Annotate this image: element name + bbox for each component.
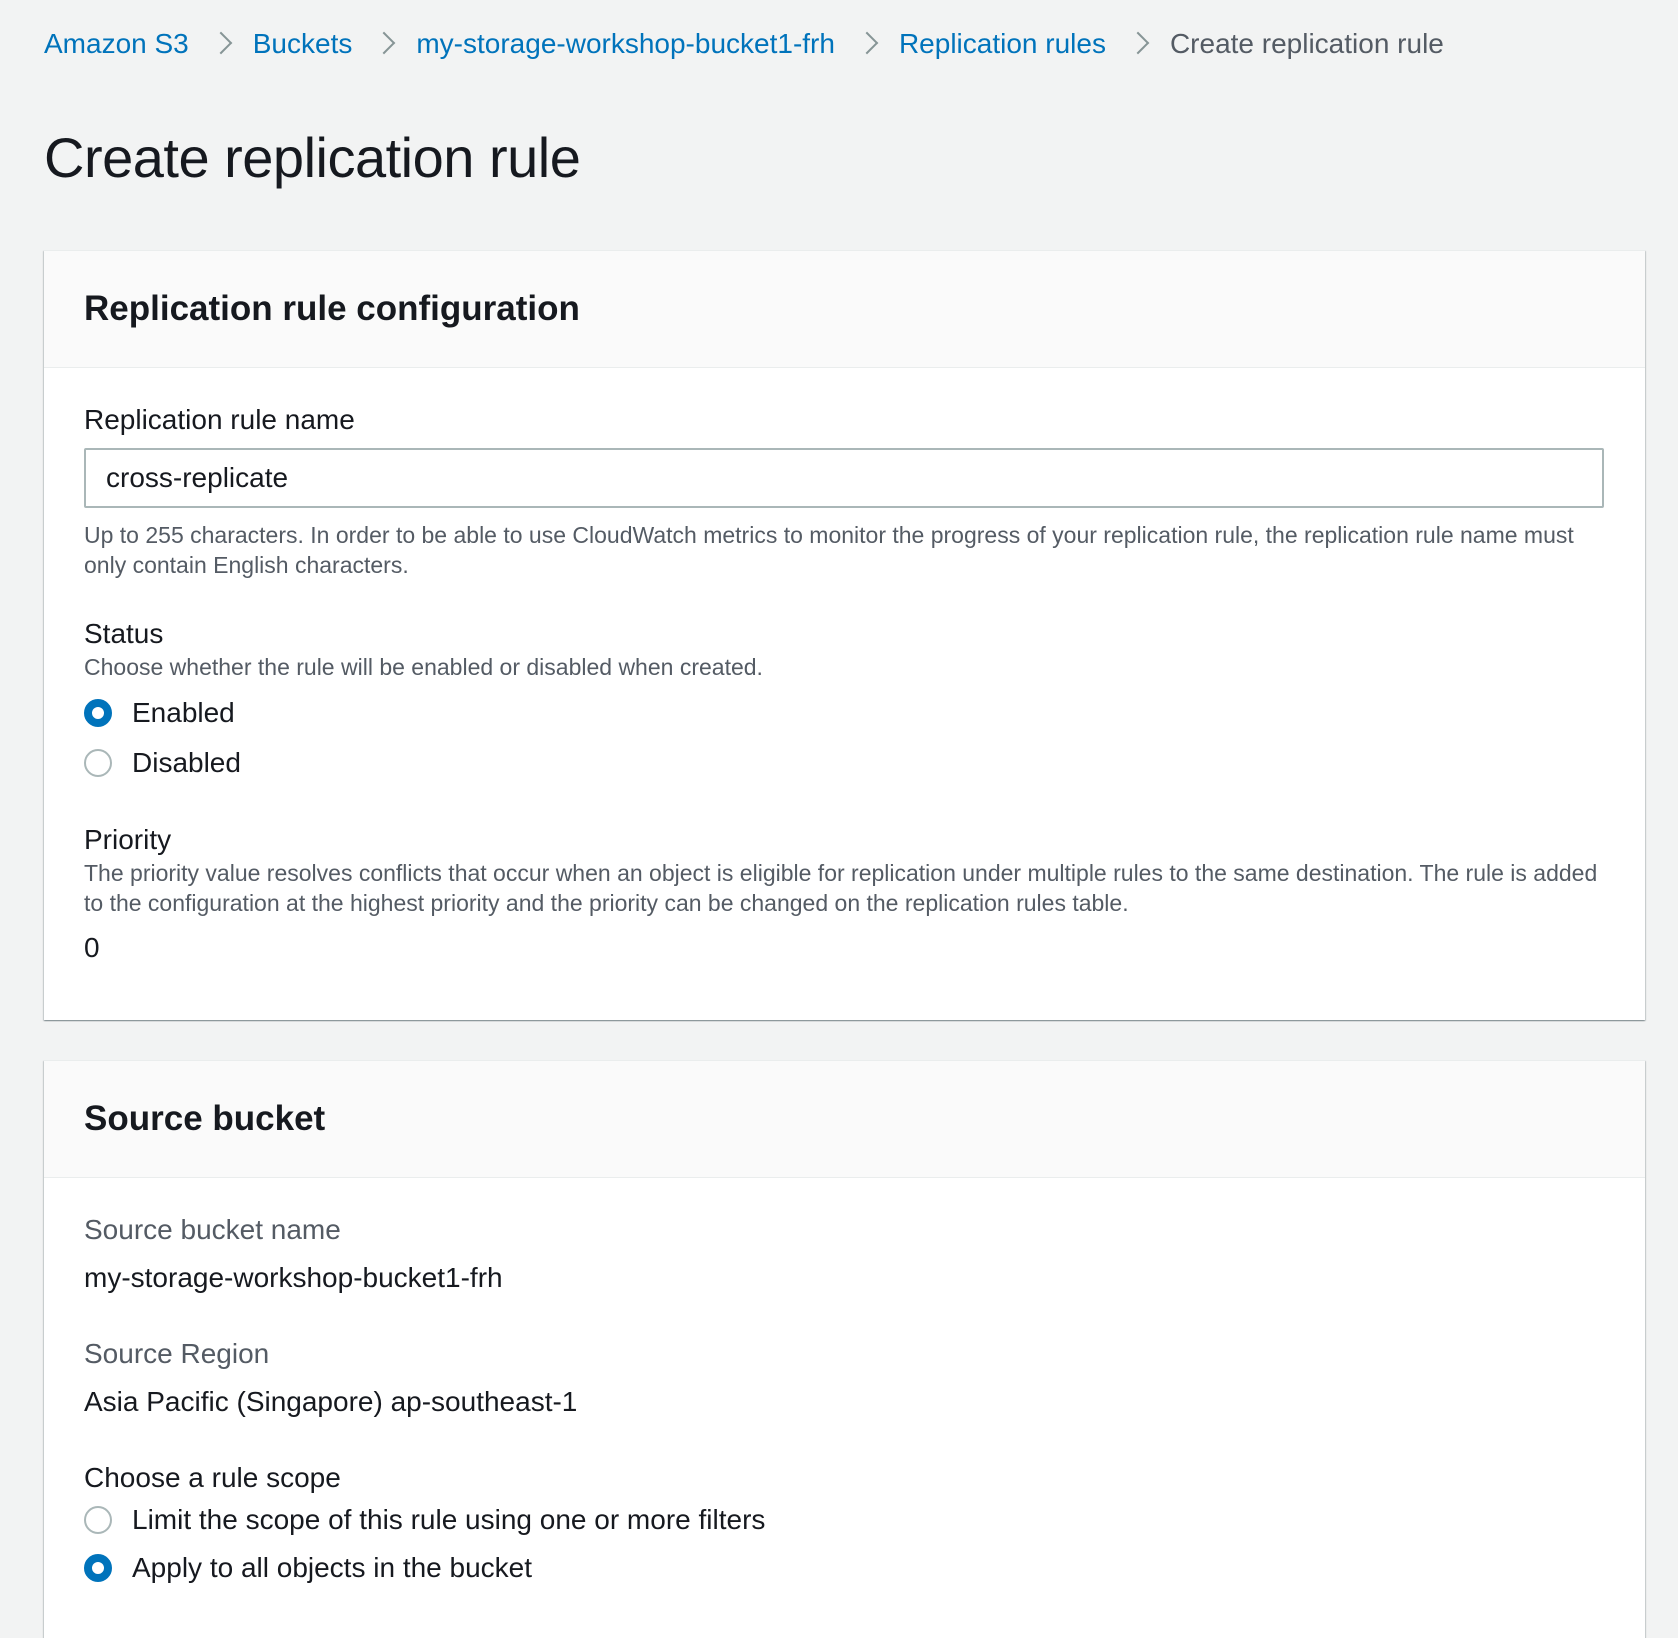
rule-name-help: Up to 255 characters. In order to be abl… <box>84 522 1574 578</box>
rule-scope-label: Choose a rule scope <box>84 1462 341 1493</box>
breadcrumb: Amazon S3 Buckets my-storage-workshop-bu… <box>44 0 1678 88</box>
status-description: Choose whether the rule will be enabled … <box>84 654 763 680</box>
source-region-value: Asia Pacific (Singapore) ap-southeast-1 <box>84 1386 578 1417</box>
chevron-right-icon <box>352 29 416 59</box>
priority-value: 0 <box>84 932 100 963</box>
panel-title: Replication rule configuration <box>84 289 580 328</box>
radio-label: Limit the scope of this rule using one o… <box>132 1504 766 1535</box>
breadcrumb-buckets[interactable]: Buckets <box>253 28 353 60</box>
source-bucket-panel: Source bucket Source bucket name my-stor… <box>44 1060 1645 1638</box>
scope-all-objects-option[interactable]: Apply to all objects in the bucket <box>84 1544 1605 1592</box>
panel-header: Source bucket <box>44 1061 1645 1178</box>
source-bucket-name-value: my-storage-workshop-bucket1-frh <box>84 1262 503 1293</box>
chevron-right-icon <box>835 29 899 59</box>
page-title: Create replication rule <box>44 126 581 189</box>
priority-label: Priority <box>84 824 172 855</box>
radio-label: Disabled <box>132 747 241 778</box>
breadcrumb-current: Create replication rule <box>1169 28 1444 59</box>
status-radio-group: Enabled Disabled <box>84 688 1605 788</box>
radio-button-filter[interactable] <box>84 1506 112 1534</box>
replication-rule-configuration-panel: Replication rule configuration Replicati… <box>44 250 1645 1020</box>
radio-button-all-objects[interactable] <box>84 1554 112 1582</box>
breadcrumb-amazon-s3[interactable]: Amazon S3 <box>44 28 189 60</box>
radio-button-disabled[interactable] <box>84 749 112 777</box>
scope-filter-option[interactable]: Limit the scope of this rule using one o… <box>84 1496 1605 1544</box>
chevron-right-icon <box>189 29 253 59</box>
source-region-label: Source Region <box>84 1338 270 1369</box>
panel-title: Source bucket <box>84 1099 326 1138</box>
rule-name-input[interactable] <box>84 448 1604 508</box>
page: Amazon S3 Buckets my-storage-workshop-bu… <box>0 0 1678 1638</box>
breadcrumb-bucket[interactable]: my-storage-workshop-bucket1-frh <box>416 28 835 60</box>
priority-description: The priority value resolves conflicts th… <box>84 860 1598 916</box>
panel-body: Replication rule name Up to 255 characte… <box>44 402 1645 966</box>
panel-header: Replication rule configuration <box>44 251 1645 368</box>
chevron-right-icon <box>1106 29 1170 59</box>
radio-button-enabled[interactable] <box>84 699 112 727</box>
breadcrumb-replication-rules[interactable]: Replication rules <box>899 28 1106 60</box>
status-enabled-option[interactable]: Enabled <box>84 688 1605 738</box>
source-bucket-name-label: Source bucket name <box>84 1214 341 1245</box>
rule-scope-radio-group: Limit the scope of this rule using one o… <box>84 1496 1605 1592</box>
radio-label: Enabled <box>132 697 235 728</box>
status-disabled-option[interactable]: Disabled <box>84 738 1605 788</box>
status-label: Status <box>84 618 164 649</box>
panel-body: Source bucket name my-storage-workshop-b… <box>44 1212 1645 1592</box>
radio-label: Apply to all objects in the bucket <box>132 1552 533 1583</box>
rule-name-label: Replication rule name <box>84 404 355 435</box>
